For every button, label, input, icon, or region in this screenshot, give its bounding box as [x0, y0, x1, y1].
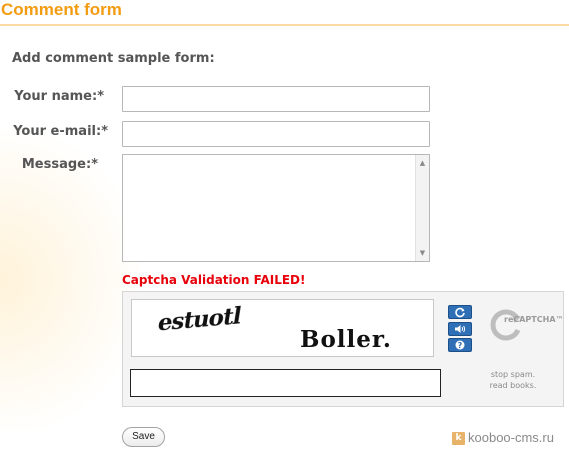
message-label: Message:*	[21, 157, 98, 172]
captcha-word-2: Boller.	[300, 326, 392, 353]
message-textarea[interactable]: ▲ ▼	[122, 154, 430, 262]
header-divider	[0, 24, 569, 26]
recaptcha-logo: reCAPTCHA™	[483, 304, 564, 354]
scroll-down-arrow-icon[interactable]: ▼	[416, 246, 429, 260]
recaptcha-widget: estuotl Boller. ? reCAPTCHA™ stop spam. …	[122, 291, 564, 407]
speaker-icon[interactable]	[448, 322, 472, 336]
message-scrollbar[interactable]: ▲ ▼	[415, 155, 429, 261]
tagline-line-1: stop spam.	[490, 370, 536, 379]
recaptcha-arrow-icon	[490, 309, 521, 341]
refresh-icon[interactable]	[448, 305, 472, 319]
svg-text:?: ?	[458, 341, 463, 350]
help-icon[interactable]: ?	[448, 338, 472, 352]
recaptcha-tagline: stop spam. read books.	[473, 369, 553, 391]
save-button[interactable]: Save	[122, 427, 165, 447]
form-subtitle: Add comment sample form:	[12, 51, 215, 66]
scroll-up-arrow-icon[interactable]: ▲	[416, 156, 429, 170]
captcha-error-message: Captcha Validation FAILED!	[122, 273, 306, 287]
email-input[interactable]	[122, 121, 430, 147]
page-title: Comment form	[1, 0, 122, 19]
email-label: Your e-mail:*	[13, 124, 108, 139]
captcha-word-1: estuotl	[155, 302, 243, 337]
captcha-response-input[interactable]	[130, 369, 441, 397]
brand-link[interactable]: kooboo-cms.ru	[468, 430, 554, 445]
background-glow	[0, 130, 140, 430]
page-header: Comment form	[0, 0, 569, 26]
name-label: Your name:*	[14, 89, 104, 104]
captcha-challenge-image: estuotl Boller.	[131, 299, 434, 357]
kooboo-logo-icon: k	[452, 432, 465, 445]
tagline-line-2: read books.	[489, 381, 537, 390]
name-input[interactable]	[122, 86, 430, 112]
recaptcha-logo-text: reCAPTCHA™	[504, 315, 564, 324]
